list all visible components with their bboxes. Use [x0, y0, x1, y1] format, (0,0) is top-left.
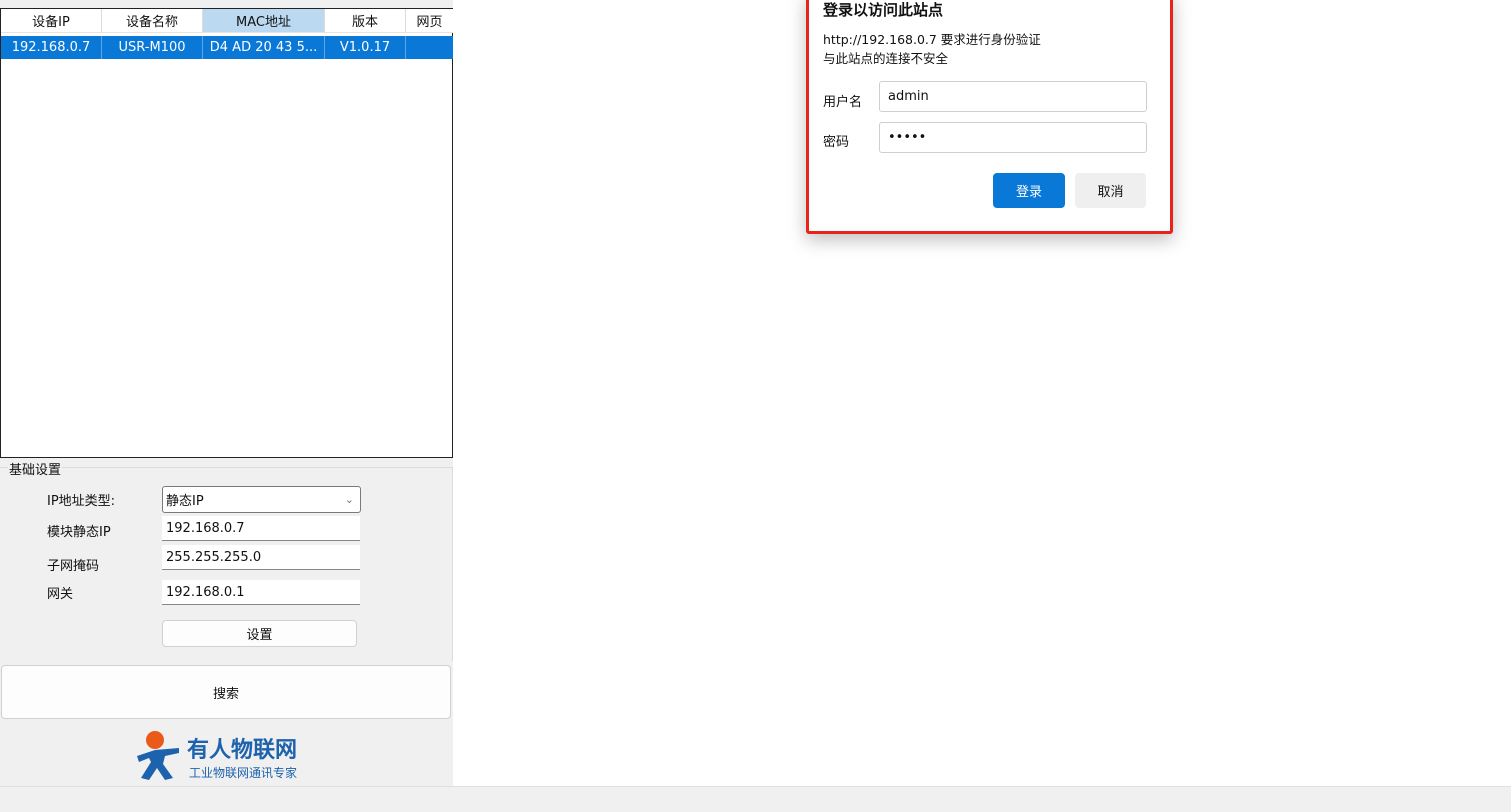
cancel-button[interactable]: 取消 [1075, 173, 1146, 208]
window-title-bar [0, 0, 453, 8]
cell-mac: D4 AD 20 43 5... [203, 36, 325, 59]
gateway-input[interactable]: 192.168.0.1 [162, 580, 360, 605]
table-header: 设备IP 设备名称 MAC地址 版本 网页 [1, 9, 453, 33]
set-button[interactable]: 设置 [162, 620, 357, 647]
cell-ip: 192.168.0.7 [1, 36, 102, 59]
col-device-ip[interactable]: 设备IP [1, 9, 102, 33]
ip-type-label: IP地址类型: [47, 494, 116, 509]
username-input[interactable]: admin [879, 81, 1147, 112]
mask-label: 子网掩码 [47, 559, 100, 574]
group-title: 基础设置 [8, 459, 63, 478]
logo-name: 有人物联网 [187, 738, 298, 763]
ip-type-select[interactable]: 静态IP ⌄ [162, 486, 361, 513]
logo-slogan: 工业物联网通讯专家 [189, 766, 298, 780]
username-label: 用户名 [823, 95, 863, 110]
dialog-title: 登录以访问此站点 [823, 1, 944, 19]
search-button[interactable]: 搜索 [1, 665, 451, 719]
password-input[interactable]: ••••• [879, 122, 1147, 153]
cell-webpage[interactable] [406, 36, 453, 59]
chevron-down-icon: ⌄ [344, 493, 354, 506]
static-ip-input[interactable]: 192.168.0.7 [162, 516, 360, 541]
subnet-mask-input[interactable]: 255.255.255.0 [162, 545, 360, 570]
logo: 有人物联网 工业物联网通讯专家 [135, 728, 325, 782]
table-row[interactable]: 192.168.0.7 USR-M100 D4 AD 20 43 5... V1… [1, 36, 453, 59]
col-version[interactable]: 版本 [325, 9, 406, 33]
login-dialog: 登录以访问此站点 http://192.168.0.7 要求进行身份验证 与此站… [806, 0, 1173, 234]
login-button[interactable]: 登录 [993, 173, 1065, 208]
cell-version: V1.0.17 [325, 36, 406, 59]
col-mac[interactable]: MAC地址 [203, 9, 325, 33]
insecure-text: 与此站点的连接不安全 [823, 51, 949, 66]
password-label: 密码 [823, 135, 850, 150]
device-table: 设备IP 设备名称 MAC地址 版本 网页 192.168.0.7 USR-M1… [0, 8, 453, 458]
static-ip-label: 模块静态IP [47, 525, 111, 540]
gateway-label: 网关 [47, 587, 74, 602]
auth-url-text: http://192.168.0.7 要求进行身份验证 [823, 32, 1041, 47]
col-webpage[interactable]: 网页 [406, 9, 453, 33]
logo-person-icon [137, 731, 179, 780]
col-device-name[interactable]: 设备名称 [102, 9, 203, 33]
cell-name: USR-M100 [102, 36, 203, 59]
status-bar [0, 786, 1511, 812]
ip-type-value: 静态IP [166, 494, 204, 509]
